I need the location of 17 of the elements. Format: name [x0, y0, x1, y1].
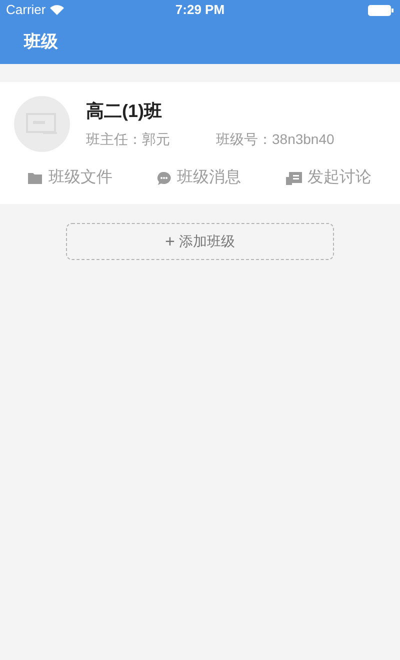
teacher-label: 班主任：郭元: [86, 130, 170, 149]
carrier-label: Carrier: [6, 1, 46, 20]
class-action-button[interactable]: 班级消息: [156, 166, 241, 190]
folder-icon: [28, 172, 42, 184]
status-time: 7:29 PM: [175, 1, 225, 20]
battery-icon: [368, 4, 394, 16]
class-name: 高二(1)班: [86, 100, 163, 123]
class-action-button[interactable]: 发起讨论: [286, 166, 372, 190]
add-class-button[interactable]: + 添加班级: [66, 223, 334, 260]
class-card[interactable]: 高二(1)班 班主任：郭元 班级号：38n3bn40 班级文件 班级消息 发起讨论: [0, 82, 400, 204]
chat-bubble-icon: [156, 172, 171, 184]
class-code-label: 班级号：38n3bn40: [216, 130, 334, 149]
wifi-icon: [50, 5, 64, 15]
plus-icon: +: [165, 228, 175, 254]
class-action-button[interactable]: 班级文件: [28, 166, 112, 190]
page-title: 班级: [24, 31, 58, 54]
board-icon: [286, 172, 302, 184]
